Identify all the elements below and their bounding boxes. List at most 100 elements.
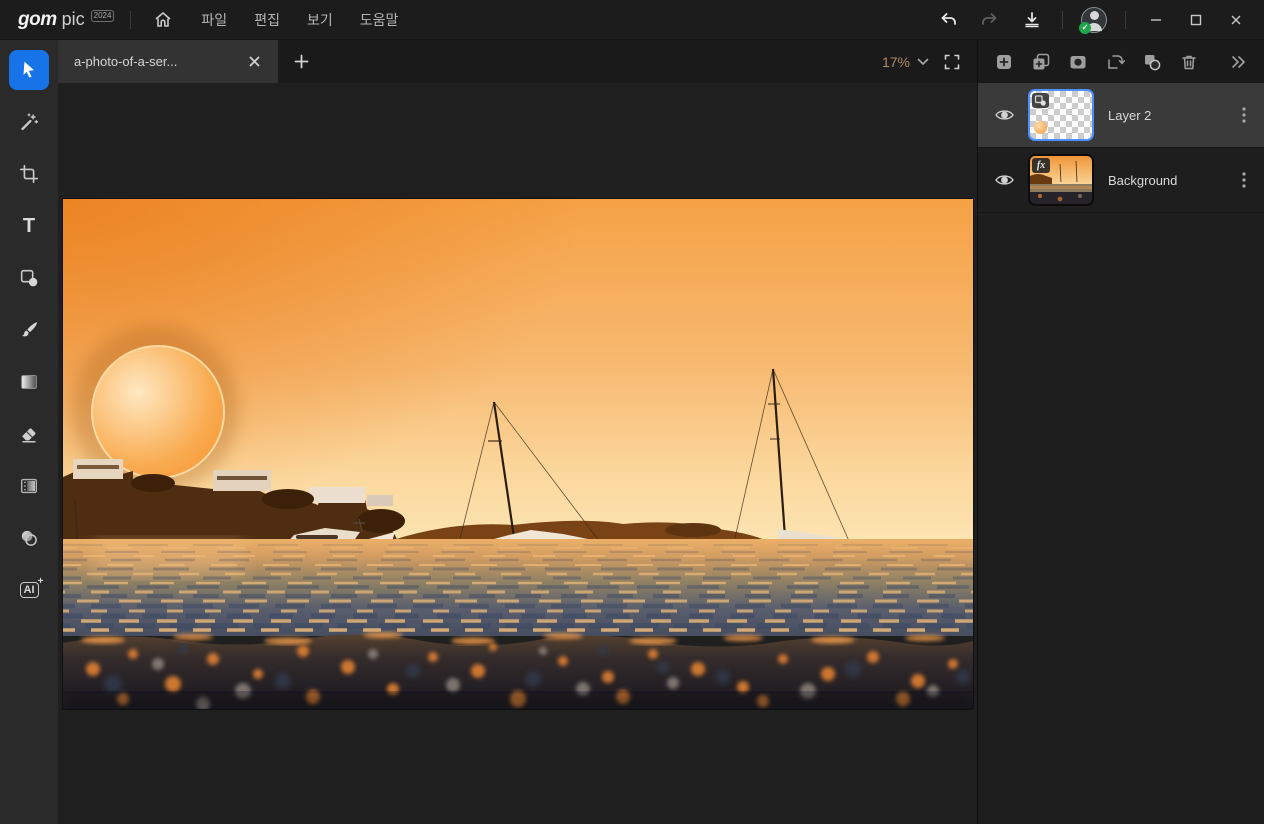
brand-pic: pic — [62, 9, 85, 30]
version-badge: 2024 — [91, 10, 115, 22]
tool-eraser[interactable] — [9, 414, 49, 454]
titlebar-separator — [1062, 11, 1063, 29]
redo-button[interactable] — [974, 4, 1006, 36]
tool-brush[interactable] — [9, 310, 49, 350]
photo-seaside-sunset — [63, 199, 973, 709]
background-visibility-toggle[interactable] — [990, 168, 1018, 192]
delete-layer-button[interactable] — [1175, 48, 1203, 76]
avatar-head — [1090, 11, 1099, 20]
merge-shapes-button[interactable] — [1138, 48, 1166, 76]
tab-close-button[interactable] — [242, 50, 266, 74]
tool-gradient[interactable] — [9, 362, 49, 402]
gradient-icon — [18, 371, 40, 393]
kebab-menu-icon — [1242, 172, 1246, 188]
mask-icon — [1068, 52, 1088, 72]
collapse-panel-button[interactable] — [1224, 48, 1252, 76]
close-icon — [247, 54, 262, 69]
avatar: ✓ — [1081, 7, 1107, 33]
color-blend-icon — [18, 527, 40, 549]
redo-icon — [980, 10, 1000, 30]
titlebar-separator — [1125, 11, 1126, 29]
close-button[interactable] — [1220, 4, 1252, 36]
layer-2-visibility-toggle[interactable] — [990, 103, 1018, 127]
home-icon — [153, 10, 173, 30]
adjustments-icon — [18, 475, 40, 497]
home-button[interactable] — [147, 4, 179, 36]
download-button[interactable] — [1016, 4, 1048, 36]
crop-icon — [18, 163, 40, 185]
plus-icon — [293, 53, 310, 70]
layer-2-thumbnail[interactable] — [1028, 89, 1094, 141]
add-layer-button[interactable] — [990, 48, 1018, 76]
tool-color-blend[interactable] — [9, 518, 49, 558]
account-button[interactable]: ✓ — [1077, 4, 1111, 36]
tab-bar: a-photo-of-a-ser... 17% — [58, 40, 977, 83]
layer-row-layer-2[interactable]: Layer 2 — [978, 83, 1264, 148]
fit-screen-icon — [943, 53, 961, 71]
maximize-button[interactable] — [1180, 4, 1212, 36]
app-body: T — [0, 40, 1264, 824]
eye-icon — [994, 172, 1015, 188]
tool-text[interactable]: T — [9, 206, 49, 246]
view-controls: 17% — [882, 40, 977, 83]
menu-view[interactable]: 보기 — [307, 10, 333, 30]
delete-icon — [1179, 52, 1199, 72]
app-logo: gom pic 2024 — [18, 9, 114, 31]
titlebar: gom pic 2024 파일 편집 보기 도움말 — [0, 0, 1264, 40]
center-column: a-photo-of-a-ser... 17% — [58, 40, 977, 824]
fit-screen-button[interactable] — [943, 53, 961, 71]
background-thumbnail[interactable]: fx — [1028, 154, 1094, 206]
transform-icon — [1105, 52, 1125, 72]
add-layer-icon — [994, 52, 1014, 72]
tool-adjustments[interactable] — [9, 466, 49, 506]
brush-icon — [18, 319, 40, 341]
main-menu: 파일 편집 보기 도움말 — [201, 10, 398, 30]
layer-row-background[interactable]: fx Background — [978, 148, 1264, 213]
tools-sidebar: T — [0, 40, 58, 824]
layer-name: Layer 2 — [1108, 108, 1224, 123]
window-controls — [1140, 4, 1252, 36]
canvas-document[interactable] — [63, 199, 973, 709]
zoom-level-dropdown[interactable]: 17% — [882, 54, 929, 70]
menu-help[interactable]: 도움말 — [360, 10, 399, 30]
zoom-level-value: 17% — [882, 54, 910, 70]
layers-panel: Layer 2 — [977, 40, 1264, 824]
layer-2-options-button[interactable] — [1234, 101, 1254, 129]
chevron-down-icon — [917, 58, 929, 66]
kebab-menu-icon — [1242, 107, 1246, 123]
close-icon — [1227, 11, 1245, 29]
tool-select[interactable] — [9, 50, 49, 90]
eye-icon — [994, 107, 1015, 123]
expand-icon — [1229, 54, 1247, 70]
duplicate-layer-icon — [1031, 52, 1051, 72]
layers-toolbar — [978, 40, 1264, 83]
transform-button[interactable] — [1101, 48, 1129, 76]
select-arrow-icon — [18, 59, 40, 81]
tool-ai[interactable]: AI + — [9, 570, 49, 610]
minimize-icon — [1147, 11, 1165, 29]
duplicate-layer-button[interactable] — [1027, 48, 1055, 76]
tool-crop[interactable] — [9, 154, 49, 194]
merge-shapes-icon — [1142, 52, 1162, 72]
fx-badge: fx — [1032, 158, 1050, 173]
background-options-button[interactable] — [1234, 166, 1254, 194]
maximize-icon — [1187, 11, 1205, 29]
ai-tool-icon: AI + — [20, 582, 39, 598]
shape-layer-badge-icon — [1032, 93, 1049, 108]
document-tab[interactable]: a-photo-of-a-ser... — [58, 40, 278, 83]
shape-preview-dot — [1034, 121, 1047, 134]
undo-button[interactable] — [932, 4, 964, 36]
eraser-icon — [18, 423, 40, 445]
app-window: gom pic 2024 파일 편집 보기 도움말 — [0, 0, 1264, 824]
workspace — [58, 83, 977, 824]
mask-button[interactable] — [1064, 48, 1092, 76]
menu-file[interactable]: 파일 — [201, 10, 227, 30]
menu-edit[interactable]: 편집 — [254, 10, 280, 30]
tool-magic-wand[interactable] — [9, 102, 49, 142]
tab-label: a-photo-of-a-ser... — [74, 54, 242, 69]
minimize-button[interactable] — [1140, 4, 1172, 36]
new-tab-button[interactable] — [278, 40, 324, 83]
layers-list: Layer 2 — [978, 83, 1264, 213]
text-tool-icon: T — [23, 215, 35, 238]
tool-shapes[interactable] — [9, 258, 49, 298]
